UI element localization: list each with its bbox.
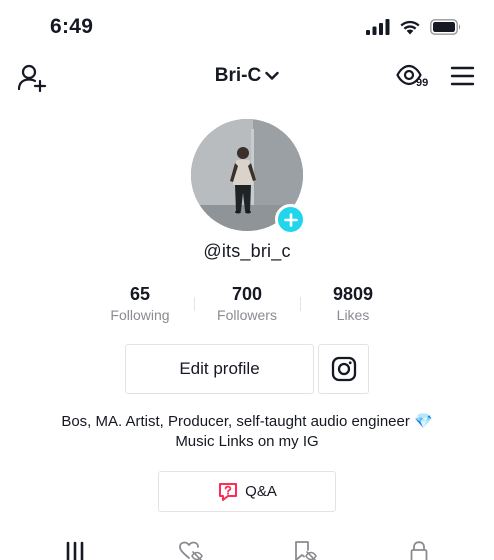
lock-icon <box>410 541 428 560</box>
profile-bio: Bos, MA. Artist, Producer, self-taught a… <box>0 412 494 452</box>
instagram-button[interactable] <box>318 344 369 394</box>
tab-private[interactable] <box>404 540 434 560</box>
instagram-icon <box>331 356 356 382</box>
bookmark-hidden-icon <box>295 541 317 560</box>
profile-stats: 65 Following 700 Followers 9809 Likes <box>0 283 494 327</box>
profile-tabs <box>0 536 494 560</box>
edit-profile-button[interactable]: Edit profile <box>125 344 314 394</box>
battery-icon <box>430 19 461 35</box>
tab-videos[interactable] <box>60 540 90 560</box>
tab-favorites[interactable] <box>290 540 320 560</box>
likes-count: 9809 <box>332 284 374 304</box>
page-title: Bri-C <box>214 65 262 86</box>
bio-line: Bos, MA. Artist, Producer, self-taught a… <box>61 413 433 430</box>
qa-label: Q&A <box>245 483 277 500</box>
plus-icon <box>283 212 298 227</box>
tab-liked[interactable] <box>175 540 205 560</box>
qa-icon <box>219 482 238 501</box>
likes-label: Likes <box>336 307 370 323</box>
status-icons <box>366 19 462 35</box>
username: @its_bri_c <box>203 241 291 261</box>
add-photo-button[interactable] <box>275 204 306 235</box>
grid-icon <box>66 541 84 560</box>
profile-header: Bri-C 99 <box>0 58 494 98</box>
profile-views-button[interactable]: 99 <box>396 64 436 94</box>
wifi-icon <box>400 20 420 35</box>
status-time: 6:49 <box>50 15 94 38</box>
qa-button[interactable]: Q&A <box>158 471 336 512</box>
followers-count: 700 <box>231 284 263 304</box>
views-count: 99 <box>416 77 429 89</box>
following-count: 65 <box>129 284 151 304</box>
bio-line: Music Links on my IG <box>175 433 319 450</box>
followers-stat[interactable]: 700 Followers <box>187 283 307 323</box>
following-stat[interactable]: 65 Following <box>80 283 200 323</box>
menu-icon[interactable] <box>448 64 476 88</box>
account-switcher[interactable]: Bri-C <box>215 65 279 87</box>
following-label: Following <box>110 307 170 323</box>
heart-hidden-icon <box>179 541 203 560</box>
followers-label: Followers <box>217 307 277 323</box>
chevron-down-icon <box>265 71 279 80</box>
status-bar: 6:49 <box>0 0 494 54</box>
likes-stat[interactable]: 9809 Likes <box>293 283 413 323</box>
signal-icon <box>366 19 390 35</box>
